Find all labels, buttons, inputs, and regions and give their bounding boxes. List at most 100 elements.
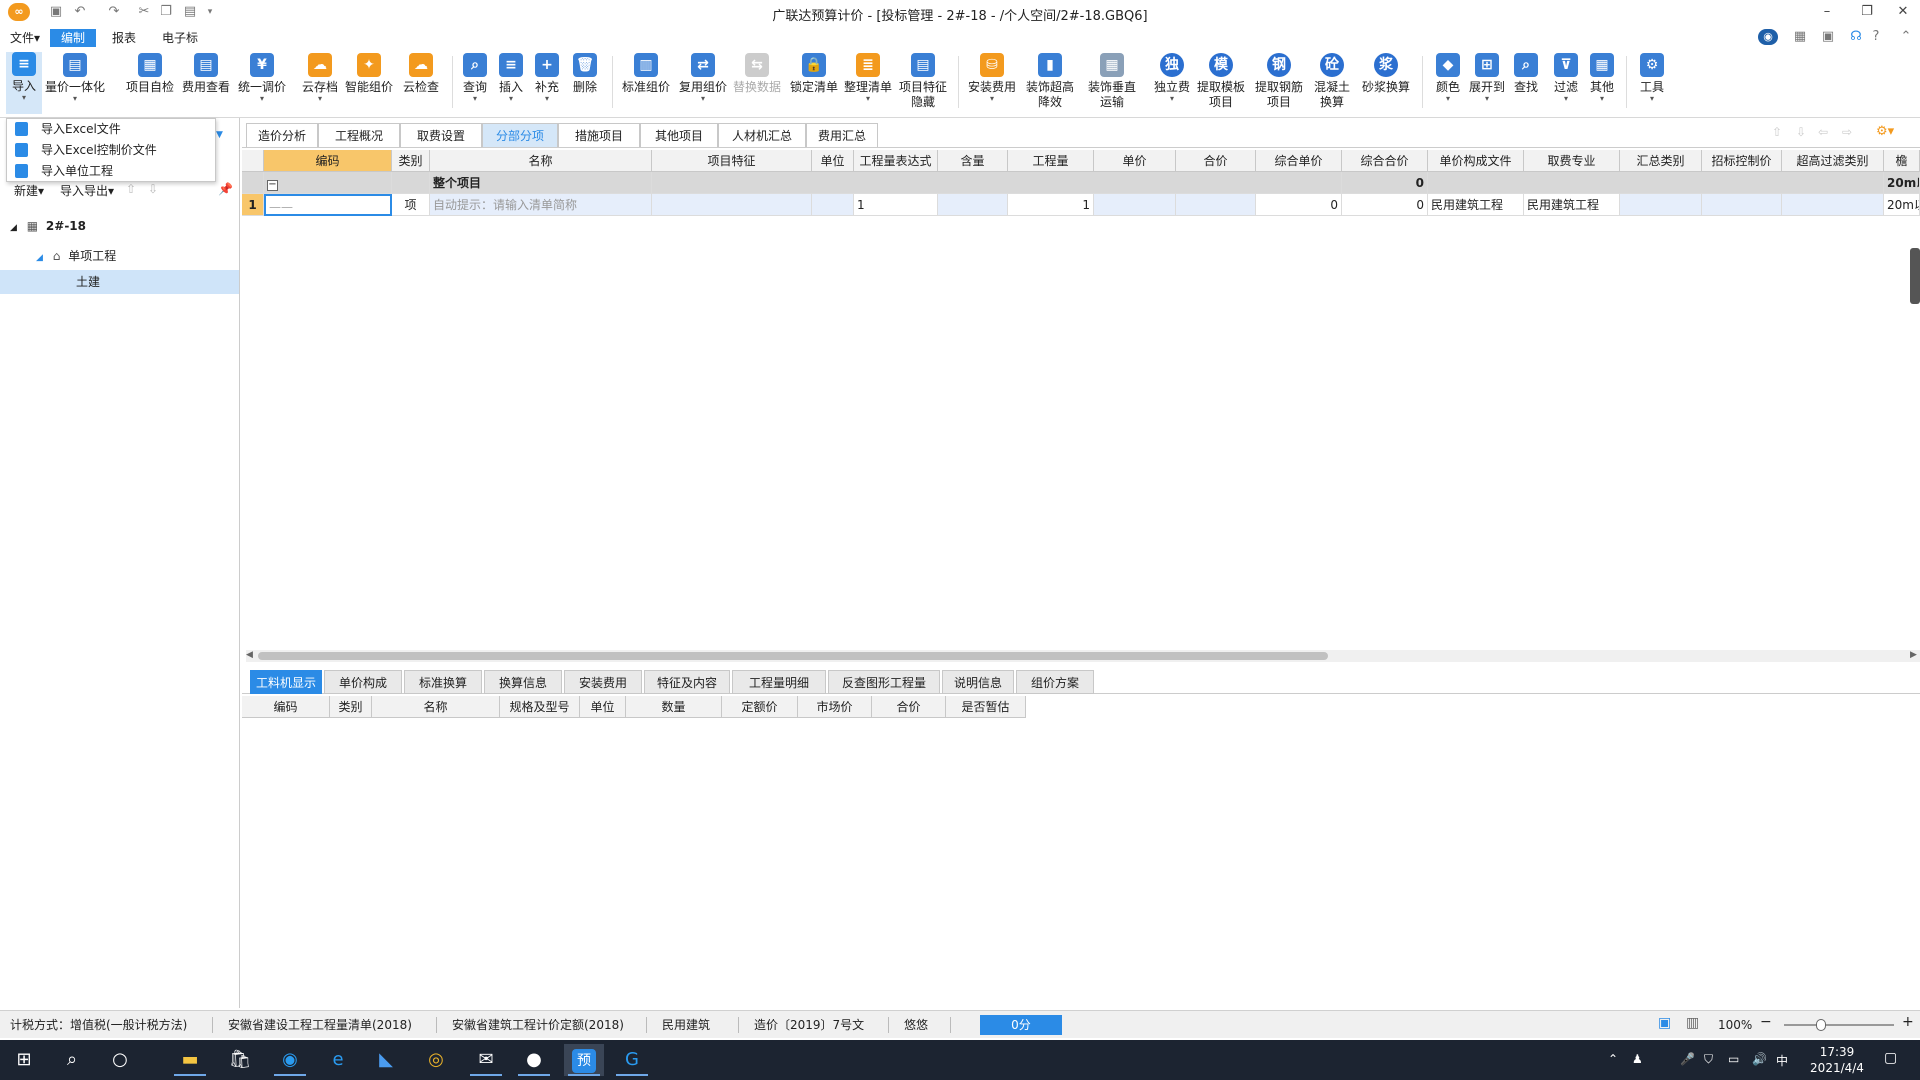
side-handle[interactable] (1910, 248, 1920, 304)
col-header-summary-type[interactable]: 汇总类别 (1620, 150, 1702, 172)
column-settings-icon[interactable]: ⚙▾ (1876, 124, 1894, 139)
col-header-feature[interactable]: 项目特征 (652, 150, 812, 172)
import-excel-item[interactable]: 导入Excel文件 (7, 119, 215, 139)
tab-materials-summary[interactable]: 人材机汇总 (718, 123, 806, 147)
tools-button[interactable]: ⚙ 工具 ▾ (1634, 53, 1670, 103)
menu-edit[interactable]: 编制 (50, 29, 96, 47)
col-header-quantity[interactable]: 工程量 (1008, 150, 1094, 172)
expression-cell[interactable]: 1 (854, 194, 938, 216)
detail-col-code[interactable]: 编码 (242, 696, 330, 718)
decoration-height-button[interactable]: ▮ 装饰超高 降效 (1022, 53, 1078, 110)
tab-description[interactable]: 说明信息 (942, 670, 1014, 694)
chrome-icon[interactable]: ◎ (416, 1044, 456, 1076)
concrete-convert-button[interactable]: 砼混凝土 换算 (1310, 53, 1354, 110)
scrollbar-thumb[interactable] (258, 652, 1328, 660)
price-file-cell[interactable]: 民用建筑工程 (1428, 194, 1524, 216)
tab-sub-items[interactable]: 分部分项 (482, 123, 558, 147)
insert-button[interactable]: ≡ 插入 ▾ (494, 53, 528, 103)
filter-button[interactable]: ⊽ 过滤 ▾ (1548, 53, 1584, 103)
panel-dropdown-icon[interactable]: ▼ (216, 130, 223, 140)
file-explorer-icon[interactable]: ▬ (170, 1044, 210, 1076)
eave-cell[interactable]: 20m以 (1884, 194, 1920, 216)
content-cell[interactable] (938, 194, 1008, 216)
extract-template-button[interactable]: 模提取模板 项目 (1194, 53, 1248, 110)
tab-install-fee[interactable]: 安装费用 (564, 670, 642, 694)
detail-col-quantity[interactable]: 数量 (626, 696, 722, 718)
tab-project-overview[interactable]: 工程概况 (318, 123, 400, 147)
find-button[interactable]: ⌕ 查找 (1508, 53, 1544, 95)
tab-unit-price-composition[interactable]: 单价构成 (324, 670, 402, 694)
col-header-height-filter[interactable]: 超高过滤类别 (1782, 150, 1884, 172)
tab-measures[interactable]: 措施项目 (558, 123, 640, 147)
expand-to-button[interactable]: ⊞ 展开到 ▾ (1468, 53, 1506, 103)
col-header-composite-total[interactable]: 综合合价 (1342, 150, 1428, 172)
cloud-check-button[interactable]: ☁ 云检查 (398, 53, 444, 95)
tab-conversion-info[interactable]: 换算信息 (484, 670, 562, 694)
menu-report[interactable]: 报表 (104, 29, 144, 47)
qq-browser-icon[interactable]: ◉ (270, 1044, 310, 1076)
detail-col-total[interactable]: 合价 (872, 696, 946, 718)
extract-rebar-button[interactable]: 钢提取钢筋 项目 (1252, 53, 1306, 110)
microphone-icon[interactable]: 🎤 (1680, 1052, 1695, 1066)
feature-cell[interactable] (652, 194, 812, 216)
query-button[interactable]: ⌕ 查询 ▾ (458, 53, 492, 103)
install-fee-button[interactable]: ⛁ 安装费用 ▾ (964, 53, 1020, 103)
grid-view-icon[interactable]: ▦ (1792, 29, 1808, 45)
code-input[interactable]: —— (264, 194, 392, 216)
col-header-unit-price[interactable]: 单价 (1094, 150, 1176, 172)
shield-icon[interactable]: ⛉ (1704, 1052, 1713, 1067)
glodon-app-icon[interactable]: G (612, 1044, 652, 1076)
composite-unit-price-cell[interactable]: 0 (1256, 194, 1342, 216)
lock-list-button[interactable]: 🔒 锁定清单 (788, 53, 840, 95)
tab-quantity-detail[interactable]: 工程量明细 (732, 670, 826, 694)
tab-fee-summary[interactable]: 费用汇总 (806, 123, 878, 147)
minimize-button[interactable]: – (1812, 2, 1842, 22)
detail-col-quota-price[interactable]: 定额价 (722, 696, 798, 718)
col-header-composite-unit-price[interactable]: 综合单价 (1256, 150, 1342, 172)
collapse-arrow-icon[interactable]: ◢ (36, 253, 43, 263)
zoom-out-icon[interactable]: − (1760, 1014, 1772, 1030)
unified-price-adjust-button[interactable]: ¥ 统一调价 ▾ (234, 53, 290, 103)
mortar-convert-button[interactable]: 浆砂浆换算 (1358, 53, 1414, 95)
fee-specialty-cell[interactable]: 民用建筑工程 (1524, 194, 1620, 216)
replace-data-button[interactable]: ⇆ 替换数据 (732, 53, 782, 95)
score-badge[interactable]: 0分 (980, 1015, 1062, 1035)
edge-icon[interactable]: e (318, 1044, 358, 1076)
normal-view-icon[interactable]: ▣ (1658, 1015, 1671, 1031)
name-input[interactable]: 自动提示：请输入清单简称 (430, 194, 652, 216)
window-layout-icon[interactable]: ▣ (1820, 29, 1836, 45)
tab-cost-analysis[interactable]: 造价分析 (246, 123, 318, 147)
tray-app-icon[interactable]: ♟ (1632, 1052, 1643, 1066)
email-icon[interactable]: ✉ (466, 1044, 506, 1076)
globe-icon[interactable]: ◉ (1758, 29, 1778, 45)
collapse-box-icon[interactable]: − (267, 180, 278, 191)
zoom-in-icon[interactable]: + (1902, 1014, 1914, 1030)
import-unit-project-item[interactable]: 导入单位工程 (7, 161, 215, 181)
import-export-button[interactable]: 导入导出▾ (60, 182, 114, 199)
zoom-slider[interactable] (1784, 1024, 1894, 1026)
other-button[interactable]: ▦ 其他 ▾ (1584, 53, 1620, 103)
menu-e-bid[interactable]: 电子标 (154, 29, 206, 47)
unit-cell[interactable] (812, 194, 854, 216)
detail-col-unit[interactable]: 单位 (580, 696, 626, 718)
col-header-control-price[interactable]: 招标控制价 (1702, 150, 1782, 172)
summary-type-cell[interactable] (1620, 194, 1702, 216)
search-icon[interactable]: ⌕ (52, 1044, 92, 1076)
detail-col-type[interactable]: 类别 (330, 696, 372, 718)
detail-col-name[interactable]: 名称 (372, 696, 500, 718)
import-button[interactable]: ≡ 导入 ▾ (6, 52, 42, 114)
store-icon[interactable]: 🛍 (220, 1044, 260, 1076)
fee-view-button[interactable]: ▤ 费用查看 (180, 53, 232, 95)
import-excel-control-item[interactable]: 导入Excel控制价文件 (7, 140, 215, 160)
right-arrow-icon[interactable]: ⇨ (1842, 125, 1852, 139)
standard-pricing-button[interactable]: ▥ 标准组价 (618, 53, 674, 95)
tab-fee-settings[interactable]: 取费设置 (400, 123, 482, 147)
up-arrow-icon[interactable]: ⇧ (1772, 125, 1782, 139)
composite-total-cell[interactable]: 0 (1342, 194, 1428, 216)
collapse-ribbon-icon[interactable]: ⌃ (1898, 29, 1914, 45)
liangjia-button[interactable]: ▤ 量价一体化 ▾ (44, 53, 106, 103)
project-self-check-button[interactable]: ▦ 项目自检 (122, 53, 178, 95)
col-header-fee-specialty[interactable]: 取费专业 (1524, 150, 1620, 172)
budget-app-icon[interactable]: 预 (564, 1044, 604, 1076)
task-view-icon[interactable]: ○ (100, 1044, 140, 1076)
